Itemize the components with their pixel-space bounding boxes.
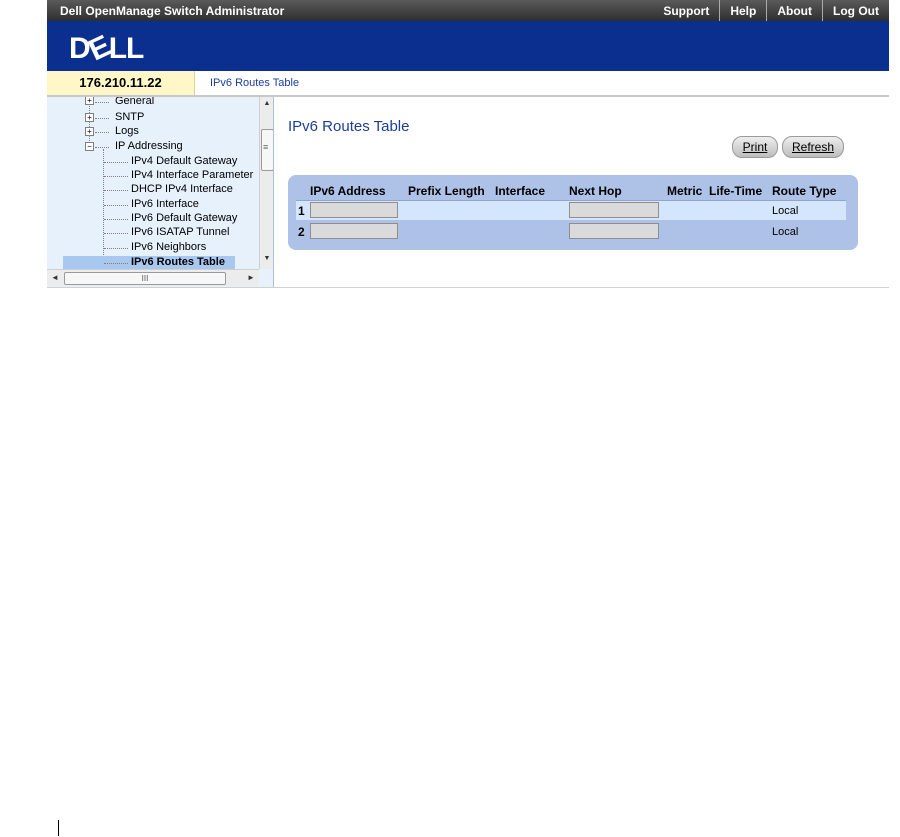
header-route-type: Route Type — [772, 184, 837, 198]
sidebar-item-sntp[interactable]: + SNTP — [47, 111, 247, 124]
scroll-thumb[interactable]: ≡ — [261, 129, 273, 171]
address-bar: 176.210.11.22 IPv6 Routes Table — [47, 71, 889, 97]
sidebar-item-ipv4-default-gateway[interactable]: IPv4 Default Gateway — [47, 155, 259, 168]
device-ip: 176.210.11.22 — [47, 71, 195, 95]
top-bar: Dell OpenManage Switch Administrator Sup… — [47, 0, 889, 21]
navigation-tree: + General + SNTP + Logs − IP Addressing — [47, 97, 259, 269]
scroll-thumb[interactable]: III — [64, 272, 226, 285]
scroll-left-icon[interactable]: ◄ — [51, 273, 59, 282]
scroll-up-icon[interactable]: ▲ — [260, 100, 273, 107]
expand-icon[interactable]: + — [85, 127, 94, 136]
sidebar-item-ipv4-interface-parameter[interactable]: IPv4 Interface Parameter — [47, 169, 259, 182]
route-type-value: Local — [772, 205, 799, 217]
app-title: Dell OpenManage Switch Administrator — [60, 4, 285, 18]
sidebar-horizontal-scrollbar[interactable]: ◄ III ► — [47, 269, 259, 286]
sidebar-vertical-scrollbar[interactable]: ▲ ≡ ▼ — [259, 97, 273, 269]
header-life-time: Life-Time — [709, 184, 763, 198]
sidebar-item-general[interactable]: + General — [47, 97, 247, 111]
row-number: 1 — [298, 204, 305, 218]
page-title: IPv6 Routes Table — [288, 118, 410, 135]
help-link[interactable]: Help — [719, 0, 766, 21]
ipv6-address-input[interactable] — [310, 202, 398, 218]
print-button[interactable]: Print — [732, 136, 778, 158]
sidebar-item-ipv6-isatap-tunnel[interactable]: IPv6 ISATAP Tunnel — [47, 226, 259, 239]
sidebar-item-ipv6-neighbors[interactable]: IPv6 Neighbors — [47, 241, 259, 254]
sidebar-item-dhcp-ipv4-interface[interactable]: DHCP IPv4 Interface — [47, 183, 259, 196]
about-link[interactable]: About — [766, 0, 822, 21]
app-window: Dell OpenManage Switch Administrator Sup… — [47, 0, 889, 288]
refresh-button[interactable]: Refresh — [782, 136, 844, 158]
logout-link[interactable]: Log Out — [822, 0, 889, 21]
top-nav: Support Help About Log Out — [653, 0, 889, 21]
next-hop-input[interactable] — [569, 223, 659, 239]
support-link[interactable]: Support — [653, 0, 719, 21]
header-next-hop: Next Hop — [569, 184, 622, 198]
scroll-down-icon[interactable]: ▼ — [260, 255, 273, 262]
header-metric: Metric — [667, 184, 703, 198]
sidebar-item-ipv6-routes-table[interactable]: IPv6 Routes Table — [47, 256, 259, 269]
header-ipv6-address: IPv6 Address — [310, 184, 386, 198]
routes-table: IPv6 Address Prefix Length Interface Nex… — [288, 175, 858, 250]
sidebar-item-logs[interactable]: + Logs — [47, 125, 247, 138]
expand-icon[interactable]: + — [85, 97, 94, 105]
scroll-right-icon[interactable]: ► — [247, 273, 255, 282]
next-hop-input[interactable] — [569, 202, 659, 218]
sidebar-tree-panel: + General + SNTP + Logs − IP Addressing — [47, 97, 274, 287]
dell-logo: DELL — [69, 29, 144, 68]
collapse-icon[interactable]: − — [85, 142, 94, 151]
sidebar-item-ip-addressing[interactable]: − IP Addressing — [47, 140, 247, 153]
expand-icon[interactable]: + — [85, 113, 94, 122]
header-prefix-length: Prefix Length — [408, 184, 485, 198]
row-number: 2 — [298, 225, 305, 239]
breadcrumb: IPv6 Routes Table — [210, 77, 300, 89]
page-margin-mark — [58, 820, 59, 836]
brand-banner: DELL — [47, 21, 889, 71]
header-interface: Interface — [495, 184, 546, 198]
ipv6-address-input[interactable] — [310, 223, 398, 239]
sidebar-item-ipv6-default-gateway[interactable]: IPv6 Default Gateway — [47, 212, 259, 225]
main-content: IPv6 Routes Table Print Refresh IPv6 Add… — [274, 97, 889, 287]
route-type-value: Local — [772, 226, 799, 238]
sidebar-item-ipv6-interface[interactable]: IPv6 Interface — [47, 198, 259, 211]
